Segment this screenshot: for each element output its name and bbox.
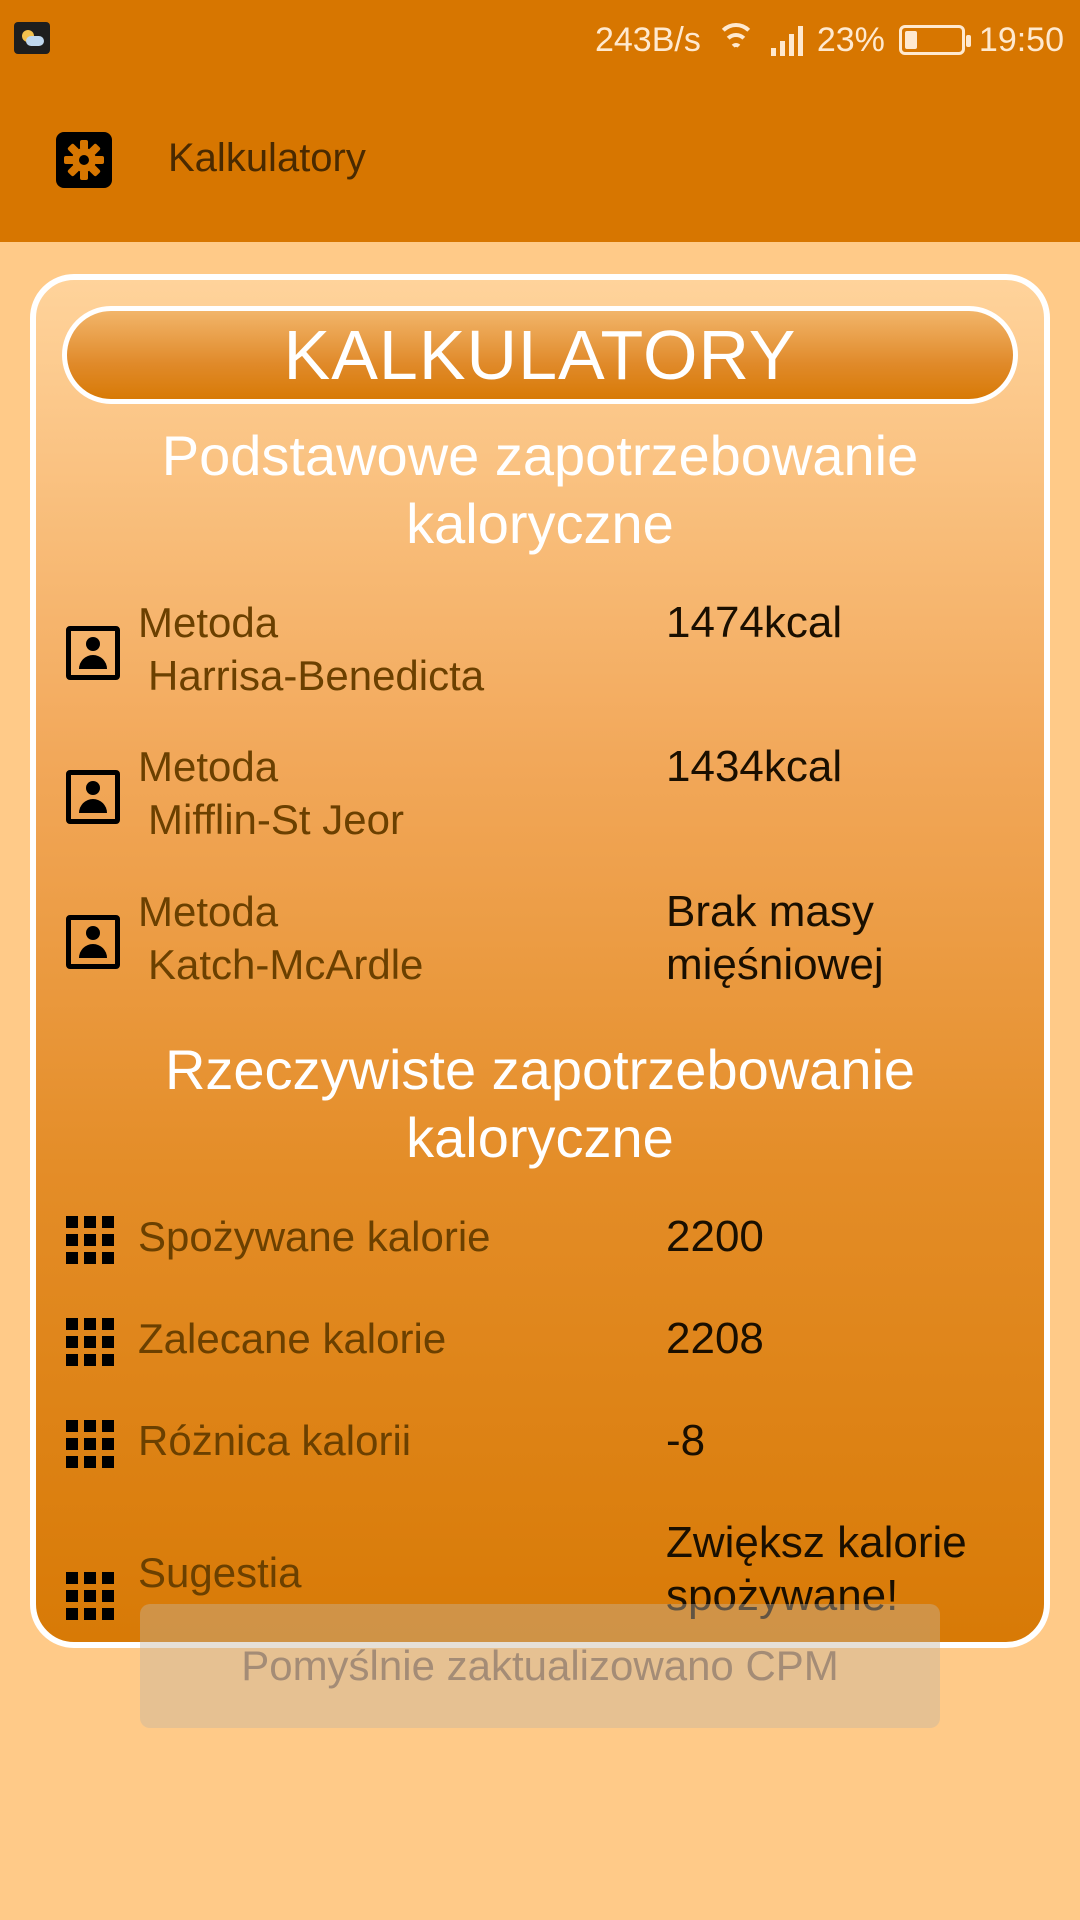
- label-line-1: Metoda: [138, 888, 279, 935]
- status-bar: 243B/s 23% 19:50: [0, 0, 1080, 78]
- toast-message: Pomyślnie zaktualizowano CPM: [140, 1604, 940, 1728]
- row-value: Brak masy mięśniowej: [666, 885, 884, 991]
- calculators-card: KALKULATORY Podstawowe zapotrzebowanie k…: [30, 274, 1050, 1648]
- card-header: KALKULATORY: [62, 306, 1018, 404]
- row-label: Sugestia: [138, 1549, 302, 1596]
- basic-section-title: Podstawowe zapotrzebowanie kaloryczne: [161, 424, 919, 555]
- label-line-2: Katch-McArdle: [148, 941, 424, 988]
- row-recommended-calories: Zalecane kalorie 2208: [36, 1312, 1044, 1372]
- row-value: 2208: [666, 1314, 764, 1363]
- row-calorie-difference: Różnica kalorii -8: [36, 1414, 1044, 1474]
- actual-section-title: Rzeczywiste zapotrzebowanie kaloryczne: [164, 1038, 916, 1169]
- label-line-2: Mifflin-St Jeor: [148, 796, 404, 843]
- row-label: Metoda Katch-McArdle: [138, 885, 423, 991]
- row-label: Metoda Mifflin-St Jeor: [138, 740, 404, 846]
- grid-icon: [66, 1420, 114, 1468]
- battery-percent: 23%: [816, 20, 885, 59]
- row-label: Różnica kalorii: [138, 1417, 412, 1464]
- status-bar-right: 243B/s 23% 19:50: [595, 18, 1064, 62]
- weather-icon: [14, 22, 50, 54]
- row-value: 1474kcal: [666, 598, 843, 647]
- battery-icon: [898, 25, 971, 55]
- grid-icon: [66, 1572, 114, 1620]
- network-speed: 243B/s: [594, 20, 701, 59]
- row-value: -8: [666, 1416, 706, 1465]
- row-label: Metoda Harrisa-Benedicta: [138, 596, 484, 702]
- signal-icon: [770, 24, 803, 56]
- wifi-icon: [715, 23, 757, 57]
- contact-icon: [66, 626, 120, 680]
- toolbar: Kalkulatory: [0, 78, 1080, 242]
- value-line-2: mięśniowej: [666, 940, 884, 989]
- clock: 19:50: [978, 20, 1064, 59]
- grid-icon: [66, 1318, 114, 1366]
- row-value: 1434kcal: [666, 742, 843, 791]
- battery-fill: [904, 31, 917, 49]
- row-label: Spożywane kalorie: [138, 1213, 491, 1260]
- value-line-1: Brak masy: [666, 887, 874, 936]
- value-line-1: Zwiększ kalorie: [666, 1518, 967, 1567]
- row-label: Zalecane kalorie: [138, 1315, 447, 1362]
- contact-icon: [66, 915, 120, 969]
- label-line-1: Metoda: [138, 599, 279, 646]
- contact-icon: [66, 770, 120, 824]
- row-value: 2200: [666, 1212, 764, 1261]
- grid-icon: [66, 1216, 114, 1264]
- label-line-2: Harrisa-Benedicta: [148, 652, 485, 699]
- toolbar-title: Kalkulatory: [168, 136, 366, 180]
- gear-icon[interactable]: [56, 132, 112, 188]
- row-consumed-calories: Spożywane kalorie 2200: [36, 1210, 1044, 1270]
- row-harris-benedict: Metoda Harrisa-Benedicta 1474kcal: [36, 596, 1044, 706]
- row-katch-mcardle: Metoda Katch-McArdle Brak masy mięśniowe…: [36, 885, 1044, 995]
- row-mifflin-st-jeor: Metoda Mifflin-St Jeor 1434kcal: [36, 740, 1044, 850]
- label-line-1: Metoda: [138, 743, 279, 790]
